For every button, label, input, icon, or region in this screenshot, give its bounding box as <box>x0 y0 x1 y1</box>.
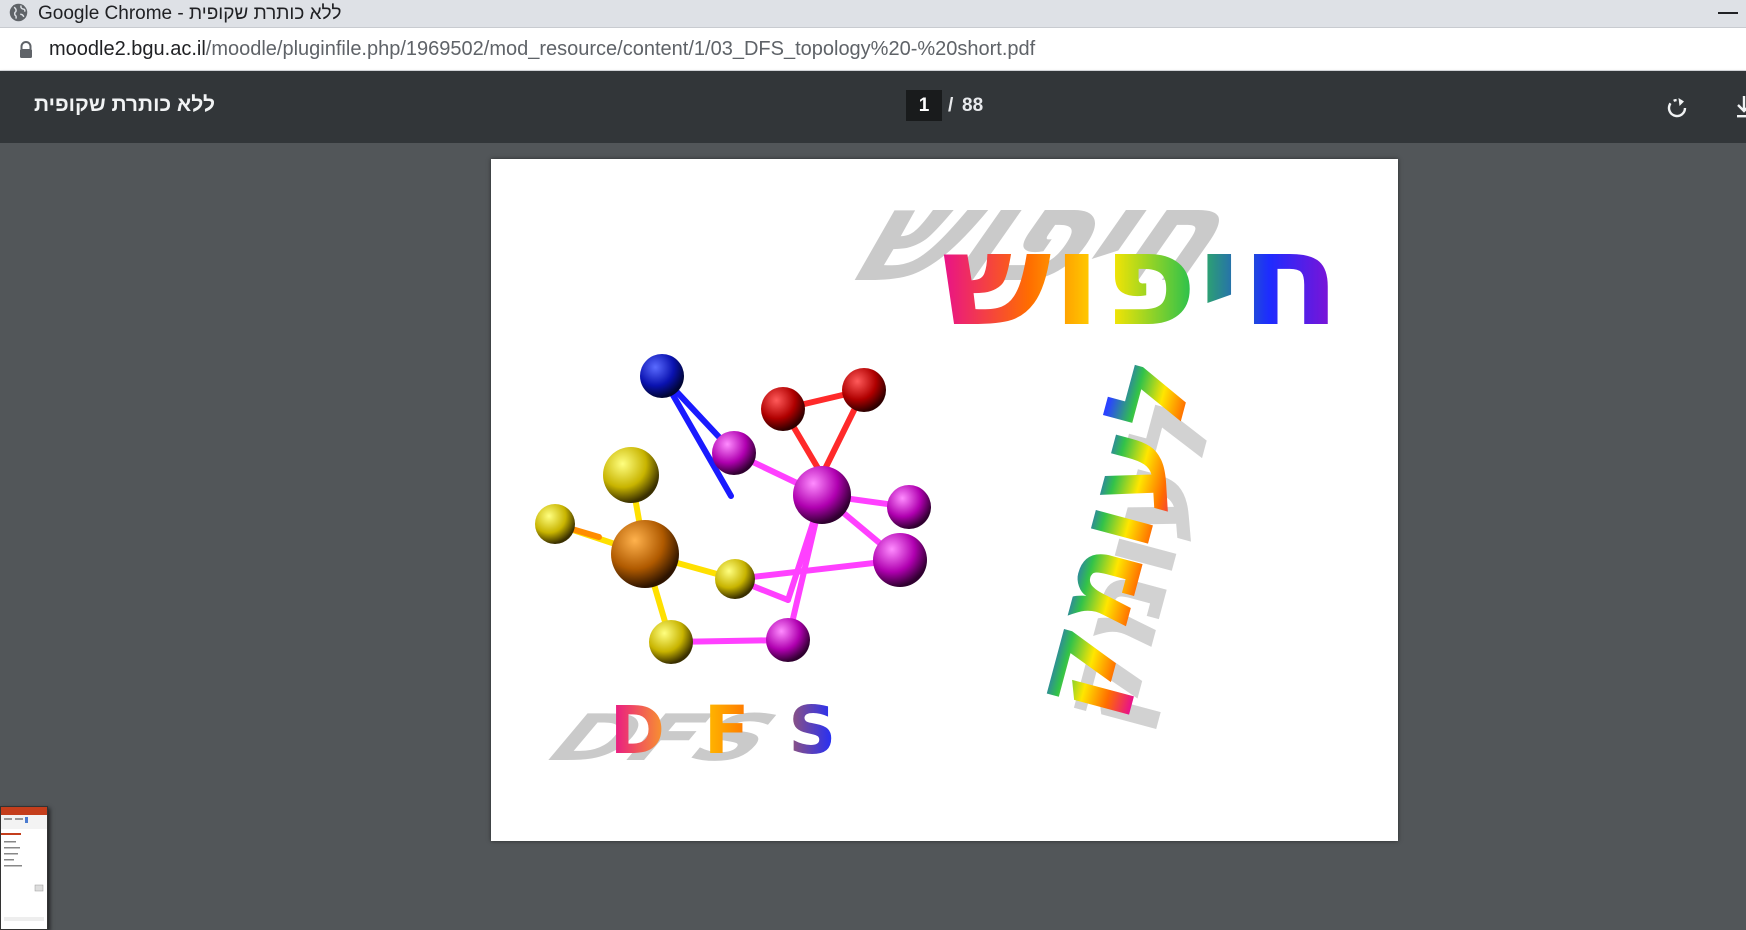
pdf-toolbar: ללא כותרת שקופית 1 / 88 <box>0 71 1746 143</box>
dfs-logo: DFS <box>610 692 836 769</box>
pdf-viewer[interactable]: חיפוש חיפוש לעומק לעומק DFS DFS <box>0 143 1746 930</box>
atom-yellow <box>715 559 755 599</box>
url-path: /moodle/pluginfile.php/1969502/mod_resou… <box>205 38 1036 60</box>
atom-magenta <box>712 431 756 475</box>
window-title: Google Chrome - ללא כותרת שקופית <box>38 3 342 24</box>
url-text[interactable]: moodle2.bgu.ac.il/moodle/pluginfile.php/… <box>49 38 1035 61</box>
window-titlebar: Google Chrome - ללא כותרת שקופית <box>0 0 1746 28</box>
rotate-icon[interactable] <box>1663 94 1691 122</box>
atom-blue <box>640 354 684 398</box>
total-pages: 88 <box>962 95 984 116</box>
molecule-graph <box>552 373 912 645</box>
thumbnail-preview <box>1 807 47 929</box>
atom-magenta <box>766 618 810 662</box>
url-host: moodle2.bgu.ac.il <box>49 38 206 60</box>
minimize-icon[interactable] <box>1718 12 1738 14</box>
atom-red <box>842 368 886 412</box>
page-separator: / <box>948 95 954 116</box>
window-thumbnail[interactable] <box>0 806 48 930</box>
page-number-input[interactable]: 1 <box>906 90 942 121</box>
pdf-page: חיפוש חיפוש לעומק לעומק DFS DFS <box>491 159 1398 841</box>
atom-magenta <box>793 466 851 524</box>
download-icon[interactable] <box>1735 92 1746 122</box>
globe-icon <box>9 3 28 22</box>
atom-magenta <box>873 533 927 587</box>
atom-yellow <box>649 620 693 664</box>
slide-artwork: חיפוש חיפוש לעומק לעומק DFS DFS <box>527 161 1341 776</box>
heading-word: חיפוש <box>941 206 1341 355</box>
lock-icon[interactable] <box>17 40 35 60</box>
atom-red <box>761 387 805 431</box>
atom-yellow <box>603 447 659 503</box>
document-title: ללא כותרת שקופית <box>34 93 216 116</box>
address-bar[interactable]: moodle2.bgu.ac.il/moodle/pluginfile.php/… <box>0 28 1746 71</box>
atom-magenta <box>887 485 931 529</box>
atom-yellow <box>535 504 575 544</box>
atom-orange <box>611 520 679 588</box>
